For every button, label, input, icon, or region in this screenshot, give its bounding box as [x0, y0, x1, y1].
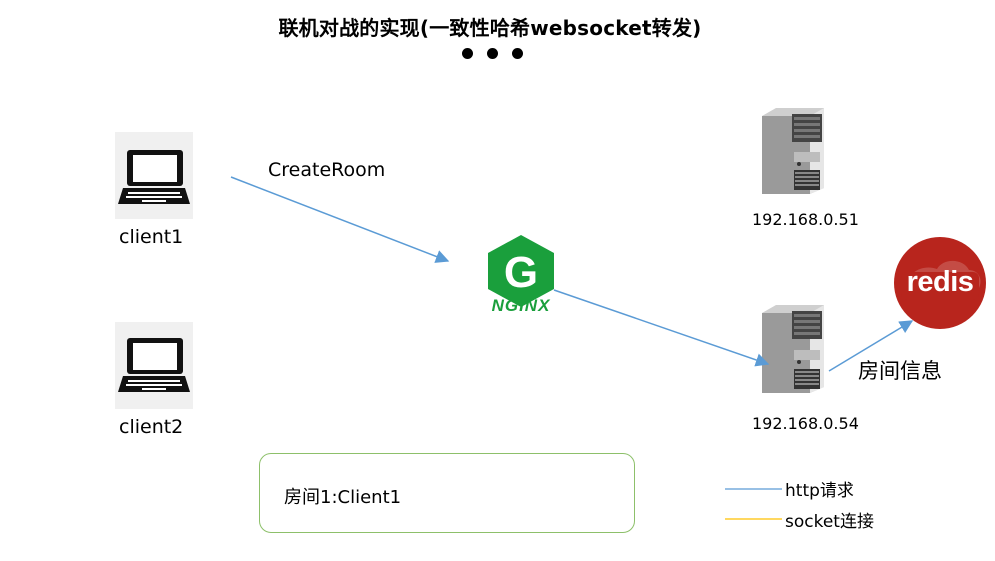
legend-socket-label: socket连接	[785, 512, 874, 532]
legend-http-label: http请求	[785, 481, 854, 501]
room-info-box: 房间1:Client1	[259, 453, 635, 533]
room-info-text: 房间1:Client1	[284, 487, 402, 508]
arrow-server54-to-redis	[828, 320, 914, 372]
arrow-client1-to-nginx	[230, 176, 450, 263]
arrow-nginx-to-server54	[553, 289, 770, 367]
